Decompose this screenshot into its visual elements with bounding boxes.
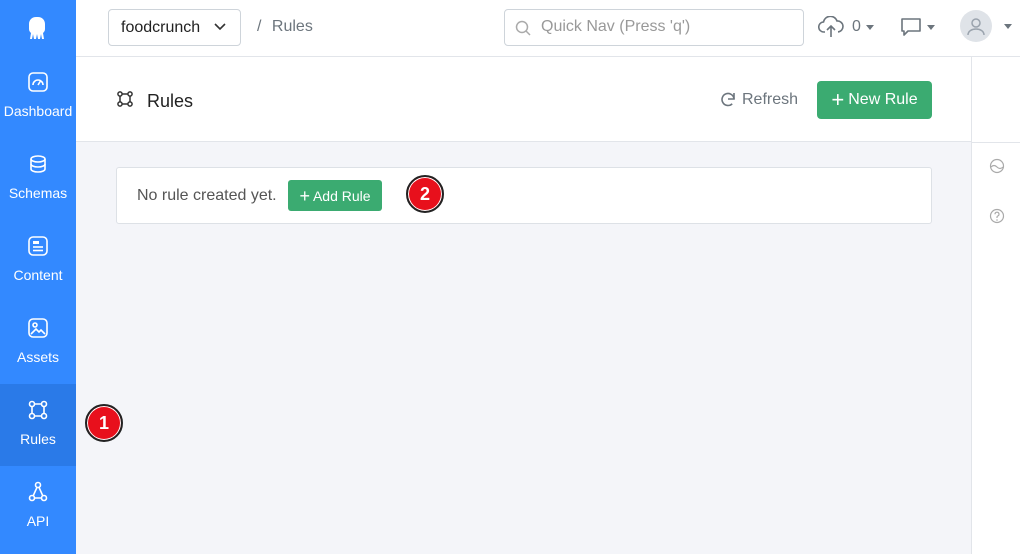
help-icon[interactable]: [989, 208, 1005, 224]
add-rule-label: Add Rule: [312, 187, 371, 204]
breadcrumb: / Rules: [257, 18, 313, 36]
caret-down-icon: [865, 24, 874, 30]
history-icon[interactable]: [989, 158, 1005, 174]
refresh-icon: [721, 92, 735, 107]
comments-dropdown[interactable]: [900, 17, 935, 37]
page-header: Rules Refresh + New Rule: [76, 57, 971, 142]
sidebar-item-assets[interactable]: Assets: [0, 302, 76, 384]
empty-rules-card: No rule created yet. + Add Rule: [116, 167, 932, 224]
profile-menu[interactable]: [960, 10, 1012, 42]
schemas-icon: [30, 155, 46, 173]
refresh-button[interactable]: Refresh: [719, 91, 798, 109]
app-name: foodcrunch: [121, 18, 201, 36]
annotation-marker-2: 2: [406, 175, 444, 213]
dashboard-icon: [28, 72, 48, 92]
avatar: [960, 10, 992, 42]
sidebar-item-api[interactable]: API: [0, 466, 76, 548]
plus-icon: +: [299, 185, 310, 206]
page-title: Rules: [147, 91, 194, 111]
sidebar-item-label: Dashboard: [3, 103, 73, 119]
sidebar-item-label: Schemas: [8, 185, 68, 201]
search-icon: [515, 20, 531, 36]
breadcrumb-current: Rules: [271, 18, 313, 35]
refresh-label: Refresh: [742, 91, 799, 108]
right-rail: [971, 57, 1020, 554]
content-icon: [28, 236, 48, 256]
sidebar-item-schemas[interactable]: Schemas: [0, 138, 76, 220]
quick-nav-search: [504, 9, 804, 46]
squidex-logo-icon[interactable]: [0, 0, 76, 56]
sidebar-item-label: Rules: [20, 431, 56, 447]
breadcrumb-separator: /: [257, 18, 262, 35]
rules-icon: [117, 91, 133, 107]
chevron-down-icon: [214, 23, 226, 31]
upload-count: 0: [852, 18, 861, 35]
new-rule-label: New Rule: [848, 91, 918, 108]
new-rule-button[interactable]: + New Rule: [817, 81, 932, 119]
add-rule-button[interactable]: + Add Rule: [288, 180, 382, 211]
annotation-marker-1: 1: [85, 404, 123, 442]
empty-state-text: No rule created yet.: [137, 187, 277, 204]
chat-icon: [901, 18, 921, 36]
upload-status-dropdown[interactable]: 0: [818, 16, 874, 38]
assets-icon: [28, 318, 48, 338]
sidebar-item-dashboard[interactable]: Dashboard: [0, 56, 76, 138]
sidebar-item-label: Content: [13, 267, 63, 283]
search-input[interactable]: [541, 18, 791, 36]
sidebar-item-rules[interactable]: Rules: [0, 384, 76, 466]
cloud-upload-icon: [818, 16, 844, 37]
sidebar: Dashboard Schemas Content Assets Rules A…: [0, 0, 76, 554]
plus-icon: +: [831, 87, 845, 112]
rules-icon: [28, 400, 48, 420]
api-icon: [28, 481, 48, 502]
app-selector[interactable]: foodcrunch: [108, 9, 241, 46]
caret-down-icon: [927, 24, 935, 30]
sidebar-item-label: Assets: [16, 349, 59, 365]
caret-down-icon: [1004, 23, 1012, 29]
sidebar-item-content[interactable]: Content: [0, 220, 76, 302]
top-bar: foodcrunch / Rules 0: [76, 0, 1020, 57]
rail-divider: [972, 142, 1020, 143]
sidebar-item-label: API: [26, 513, 50, 529]
user-icon: [967, 18, 985, 36]
